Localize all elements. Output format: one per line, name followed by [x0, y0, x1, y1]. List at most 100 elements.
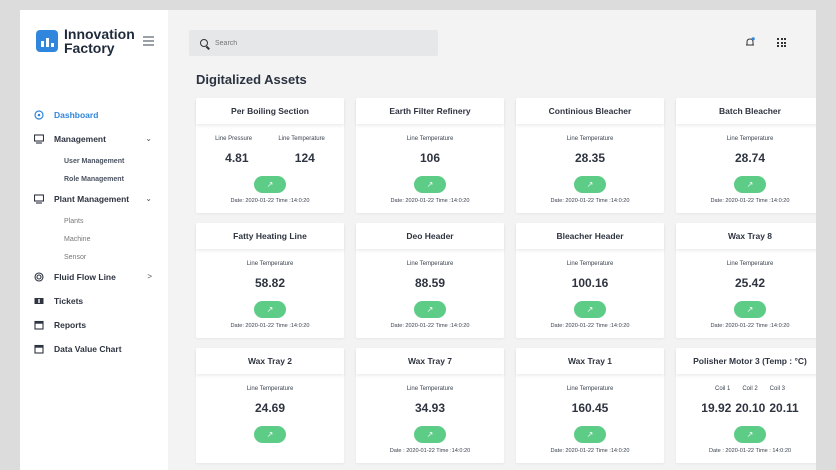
open-asset-button[interactable]: ↗: [574, 176, 606, 193]
last-updated-timestamp: Date: 2020-01-22 Time :14:0:20: [230, 323, 310, 329]
factory-logo-icon: [36, 30, 58, 52]
last-updated-timestamp: Date: 2020-01-22 Time :14:0:20: [550, 323, 630, 329]
last-updated-timestamp: Date: 2020-01-22 Time :14:0:20: [710, 198, 790, 204]
metric-label: Coil 3: [769, 386, 786, 392]
asset-card: Continious Bleacher Line Temperature 28.35…: [516, 98, 664, 213]
asset-card: Earth Filter Refinery Line Temperature 106…: [356, 98, 504, 213]
metric-label: Line Temperature: [406, 136, 454, 142]
last-updated-timestamp: Date: 2020-01-22 Time :14:0:20: [550, 448, 630, 454]
arrow-up-right-icon: ↗: [586, 180, 594, 189]
metric-value: 20.10: [735, 401, 766, 415]
metric-values: 88.59: [356, 276, 504, 290]
menu-toggle-icon[interactable]: [143, 36, 154, 48]
metric-value: 24.69: [254, 401, 286, 415]
sidebar-item-label: Reports: [54, 320, 87, 330]
sidebar-subitem-user-management[interactable]: User Management: [20, 156, 168, 167]
asset-card: Per Boiling Section Line Pressure Line Tem…: [196, 98, 344, 213]
metric-labels: Coil 1 Coil 2 Coil 3: [676, 386, 816, 392]
sidebar-item-label: Dashboard: [54, 110, 99, 120]
sidebar-item-label: Management: [54, 134, 106, 144]
arrow-up-right-icon: ↗: [266, 305, 274, 314]
open-asset-button[interactable]: ↗: [414, 176, 446, 193]
asset-card-title: Batch Bleacher: [676, 98, 816, 124]
notification-bell-icon[interactable]: [745, 37, 755, 47]
brand-logo[interactable]: Innovation Factory: [36, 27, 136, 55]
brand-name: Innovation Factory: [64, 27, 136, 55]
sidebar-item-fluid-flow-line[interactable]: Fluid Flow Line >: [20, 270, 168, 284]
calendar-icon: [34, 320, 44, 330]
sidebar-item-label: Data Value Chart: [54, 344, 122, 354]
open-asset-button[interactable]: ↗: [254, 176, 286, 193]
metric-labels: Line Temperature: [516, 261, 664, 267]
metric-value: 25.42: [734, 276, 766, 290]
app-window: Innovation Factory Dashboard Management …: [20, 10, 816, 470]
asset-card-title: Polisher Motor 3 (Temp : °C): [676, 348, 816, 374]
open-asset-button[interactable]: ↗: [734, 176, 766, 193]
sidebar-subitem-machine[interactable]: Machine: [20, 234, 168, 245]
asset-card: Batch Bleacher Line Temperature 28.74 ↗ Date…: [676, 98, 816, 213]
metric-values: 28.74: [676, 151, 816, 165]
metric-labels: Line Temperature: [196, 261, 344, 267]
sidebar-item-label: Fluid Flow Line: [54, 272, 116, 282]
metric-value: 88.59: [414, 276, 446, 290]
metric-labels: Line Temperature: [516, 386, 664, 392]
metric-label: Line Temperature: [246, 261, 294, 267]
sidebar-item-tickets[interactable]: Tickets: [20, 294, 168, 308]
metric-label: Line Temperature: [726, 136, 774, 142]
apps-grid-icon[interactable]: [777, 38, 786, 47]
sidebar-nav: Dashboard Management ⌄ User Management R…: [20, 108, 168, 366]
arrow-up-right-icon: ↗: [746, 305, 754, 314]
arrow-up-right-icon: ↗: [266, 180, 274, 189]
open-asset-button[interactable]: ↗: [414, 301, 446, 318]
metric-values: 24.69: [196, 401, 344, 415]
search-input[interactable]: [215, 39, 415, 47]
chevron-right-icon: >: [147, 272, 152, 281]
metric-value: 58.82: [254, 276, 286, 290]
metric-labels: Line Temperature: [356, 386, 504, 392]
sidebar-item-data-value-chart[interactable]: Data Value Chart: [20, 342, 168, 356]
open-asset-button[interactable]: ↗: [254, 426, 286, 443]
metric-label: Line Temperature: [566, 261, 614, 267]
sidebar-item-management[interactable]: Management ⌄: [20, 132, 168, 146]
arrow-up-right-icon: ↗: [426, 305, 434, 314]
metric-label: Line Temperature: [566, 136, 614, 142]
sidebar-subitem-plants[interactable]: Plants: [20, 216, 168, 227]
asset-card: Fatty Heating Line Line Temperature 58.82 ↗…: [196, 223, 344, 338]
search-icon: [200, 39, 208, 47]
search-box[interactable]: [189, 30, 438, 56]
open-asset-button[interactable]: ↗: [574, 426, 606, 443]
arrow-up-right-icon: ↗: [586, 430, 594, 439]
brand-name-line2: Factory: [64, 40, 115, 56]
metric-values: 100.16: [516, 276, 664, 290]
metric-label: Line Pressure: [215, 136, 253, 142]
sidebar-item-plant-management[interactable]: Plant Management ⌄: [20, 192, 168, 206]
sidebar-item-reports[interactable]: Reports: [20, 318, 168, 332]
arrow-up-right-icon: ↗: [746, 180, 754, 189]
open-asset-button[interactable]: ↗: [254, 301, 286, 318]
asset-card: Bleacher Header Line Temperature 100.16 ↗ Da…: [516, 223, 664, 338]
metric-values: 19.92 20.10 20.11: [676, 401, 816, 415]
target-icon: [34, 272, 44, 282]
open-asset-button[interactable]: ↗: [734, 426, 766, 443]
metric-value: 19.92: [701, 401, 732, 415]
asset-card-title: Per Boiling Section: [196, 98, 344, 124]
sidebar-subitem-role-management[interactable]: Role Management: [20, 174, 168, 185]
metric-label: Coil 2: [742, 386, 758, 392]
open-asset-button[interactable]: ↗: [414, 426, 446, 443]
chevron-down-icon: ⌄: [145, 134, 152, 143]
asset-card-title: Bleacher Header: [516, 223, 664, 249]
monitor-icon: [34, 134, 44, 144]
metric-values: 4.81 124: [196, 151, 344, 165]
asset-card-title: Wax Tray 8: [676, 223, 816, 249]
metric-value: 28.74: [734, 151, 766, 165]
metric-value: 160.45: [571, 401, 609, 415]
arrow-up-right-icon: ↗: [746, 430, 754, 439]
arrow-up-right-icon: ↗: [426, 430, 434, 439]
open-asset-button[interactable]: ↗: [734, 301, 766, 318]
open-asset-button[interactable]: ↗: [574, 301, 606, 318]
metric-value: 106: [419, 151, 441, 165]
arrow-up-right-icon: ↗: [586, 305, 594, 314]
sidebar-item-dashboard[interactable]: Dashboard: [20, 108, 168, 122]
sidebar-subitem-sensor[interactable]: Sensor: [20, 252, 168, 263]
asset-card: Wax Tray 8 Line Temperature 25.42 ↗ Date: 20…: [676, 223, 816, 338]
